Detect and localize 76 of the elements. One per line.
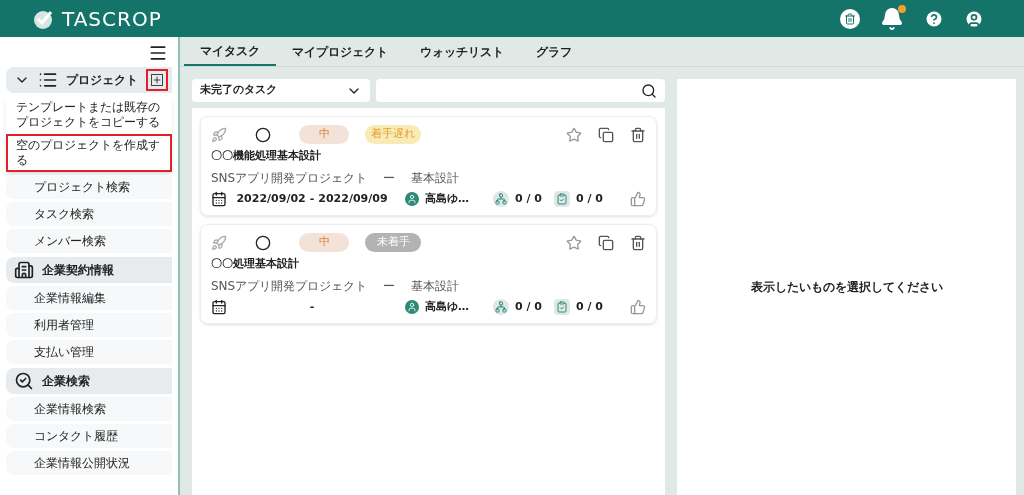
sidebar-item[interactable]: プロジェクト検索 <box>6 175 172 199</box>
sidebar-item[interactable]: 企業情報公開状況 <box>6 451 172 475</box>
account-button[interactable] <box>964 8 984 29</box>
calendar-icon <box>211 298 227 315</box>
thumbs-up-icon[interactable] <box>630 190 646 207</box>
plus-icon <box>151 74 163 86</box>
assignee-name: 高島ゆ… <box>425 190 469 207</box>
phase-name: 基本設計 <box>411 277 460 295</box>
task-card[interactable]: 中 着手遅れ 〇〇機能処理基本設計 SNSアプリ開発プロジェクト ー 基本設計 2022/09/02 - 2022/09/09 高島ゆ… 0 / 0 0 / 0 <box>200 116 657 216</box>
search-field[interactable] <box>376 79 665 102</box>
priority-tag: 中 <box>299 125 349 144</box>
building-icon <box>14 260 34 280</box>
tab[interactable]: ウォッチリスト <box>404 37 520 66</box>
task-card[interactable]: 中 未着手 〇〇処理基本設計 SNSアプリ開発プロジェクト ー 基本設計 - 高島ゆ… 0 / 0 0 / 0 <box>200 224 657 324</box>
task-title: 〇〇処理基本設計 <box>211 256 300 272</box>
end-date: 2022/09/09 <box>318 190 388 207</box>
logo-text: TASCROP <box>62 5 162 33</box>
sidebar-group[interactable]: 企業契約情報 <box>6 257 172 283</box>
project-name: SNSアプリ開発プロジェクト <box>211 277 368 295</box>
help-icon <box>924 8 944 29</box>
list-icon <box>38 70 58 90</box>
empty-message: 表示したいものを選択してください <box>750 279 943 296</box>
project-name: SNSアプリ開発プロジェクト <box>211 169 368 187</box>
separator-text: ー <box>383 277 396 295</box>
sidebar-item[interactable]: 企業情報検索 <box>6 397 172 421</box>
priority-tag: 中 <box>299 233 349 252</box>
search-icon <box>14 371 34 391</box>
copy-icon[interactable] <box>598 234 614 251</box>
trash-icon[interactable] <box>630 126 646 143</box>
sidebar-group[interactable]: 企業検索 <box>6 368 172 394</box>
date-dash: - <box>309 298 315 315</box>
notification-button[interactable] <box>880 6 904 31</box>
sidebar-item[interactable]: メンバー検索 <box>6 229 172 253</box>
trash-icon[interactable] <box>630 234 646 251</box>
bell-icon <box>880 6 904 31</box>
copy-icon[interactable] <box>598 126 614 143</box>
account-icon <box>964 8 984 29</box>
sidebar-item[interactable]: タスク検索 <box>6 202 172 226</box>
thumbs-up-icon[interactable] <box>630 298 646 315</box>
help-button[interactable] <box>924 8 944 29</box>
complete-toggle[interactable] <box>255 126 271 143</box>
members-count: 0 / 0 <box>515 190 542 207</box>
task-title: 〇〇機能処理基本設計 <box>211 148 322 164</box>
rocket-icon <box>211 234 227 251</box>
complete-toggle[interactable] <box>255 234 271 251</box>
menu-item[interactable]: 空のプロジェクトを作成する <box>6 134 172 172</box>
sidebar-item[interactable]: 企業情報編集 <box>6 286 172 310</box>
date-dash: - <box>309 190 315 207</box>
checklist-count: 0 / 0 <box>576 298 603 315</box>
phase-name: 基本設計 <box>411 169 460 187</box>
trash-icon <box>844 12 856 25</box>
sidebar-item[interactable]: コンタクト履歴 <box>6 424 172 448</box>
members-count: 0 / 0 <box>515 298 542 315</box>
star-icon[interactable] <box>566 126 582 143</box>
menu-item[interactable]: テンプレートまたは既存のプロジェクトをコピーする <box>6 96 172 134</box>
checklist-count: 0 / 0 <box>576 190 603 207</box>
menu-button[interactable] <box>148 43 168 63</box>
filter-dropdown[interactable]: 未完了のタスク <box>192 79 370 102</box>
start-date: 2022/09/02 <box>236 190 306 207</box>
search-icon <box>641 82 657 99</box>
sidebar-item[interactable]: 支払い管理 <box>6 340 172 364</box>
status-tag: 未着手 <box>365 233 421 252</box>
calendar-icon <box>211 190 227 207</box>
sidebar-group[interactable]: プロジェクト <box>6 67 172 93</box>
menu-icon <box>148 43 168 63</box>
status-tag: 着手遅れ <box>365 125 421 144</box>
assignee-name: 高島ゆ… <box>425 298 469 315</box>
add-button[interactable] <box>146 69 168 91</box>
tab[interactable]: グラフ <box>520 37 588 66</box>
separator-text: ー <box>383 169 396 187</box>
trash-button[interactable] <box>840 8 860 29</box>
sidebar-item[interactable]: 利用者管理 <box>6 313 172 337</box>
star-icon[interactable] <box>566 234 582 251</box>
tab[interactable]: マイプロジェクト <box>276 37 404 66</box>
tab[interactable]: マイタスク <box>184 37 276 66</box>
rocket-icon <box>211 126 227 143</box>
